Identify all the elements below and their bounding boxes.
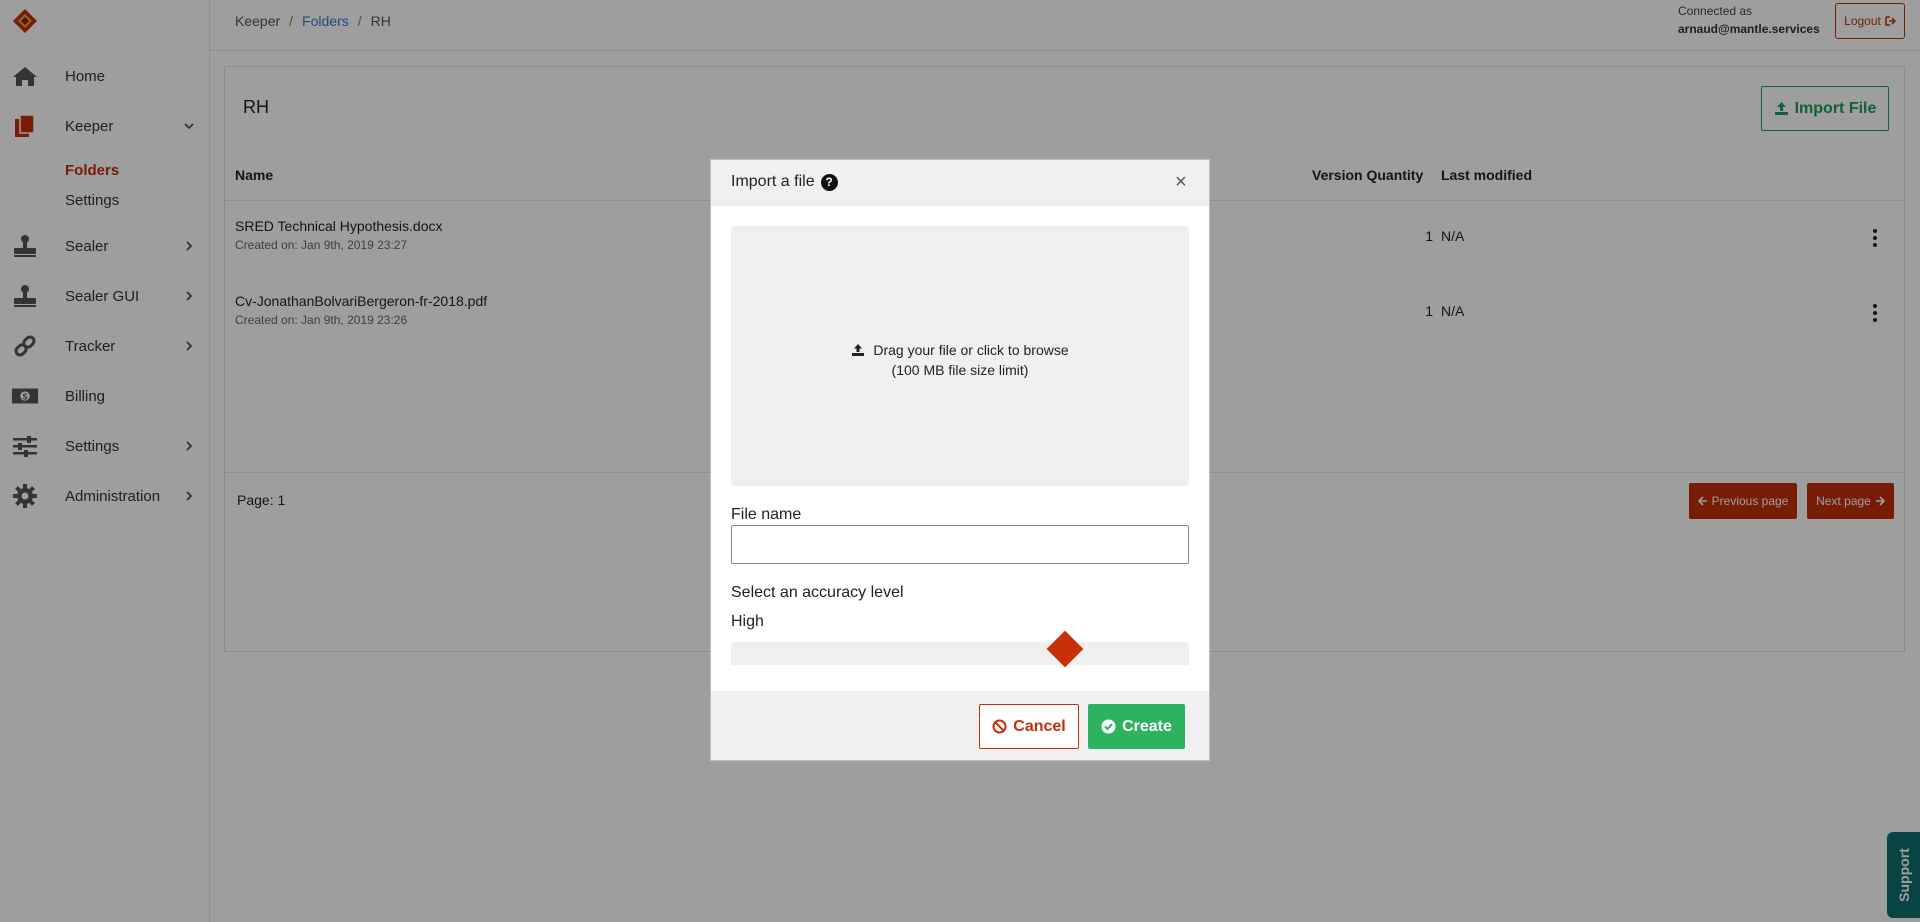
- file-name-input[interactable]: [731, 525, 1189, 564]
- dropzone-instructions: Drag your file or click to browse: [731, 342, 1189, 358]
- check-circle-icon: [1101, 719, 1116, 734]
- dialog-title: Import a file ?: [731, 173, 838, 191]
- dialog-footer: Cancel Create: [711, 691, 1209, 760]
- import-file-dialog: Import a file ? × Drag your file or clic…: [710, 159, 1210, 761]
- help-icon[interactable]: ?: [820, 173, 838, 191]
- close-icon[interactable]: ×: [1175, 172, 1187, 192]
- cancel-button[interactable]: Cancel: [979, 704, 1079, 749]
- dropzone-limit: (100 MB file size limit): [891, 362, 1029, 378]
- file-dropzone[interactable]: Drag your file or click to browse (100 M…: [731, 226, 1189, 486]
- cancel-label: Cancel: [1013, 717, 1066, 735]
- file-name-label: File name: [731, 506, 802, 523]
- create-label: Create: [1122, 717, 1172, 735]
- dialog-header: Import a file ? ×: [711, 160, 1209, 206]
- accuracy-slider[interactable]: [731, 630, 1189, 668]
- accuracy-slider-handle[interactable]: [1046, 630, 1084, 668]
- ban-icon: [992, 719, 1007, 734]
- upload-icon: [852, 344, 865, 356]
- accuracy-value: High: [731, 613, 764, 630]
- accuracy-label: Select an accuracy level: [731, 584, 904, 601]
- dialog-title-text: Import a file: [731, 173, 815, 190]
- dropzone-text: Drag your file or click to browse: [873, 342, 1069, 358]
- create-button[interactable]: Create: [1088, 704, 1185, 749]
